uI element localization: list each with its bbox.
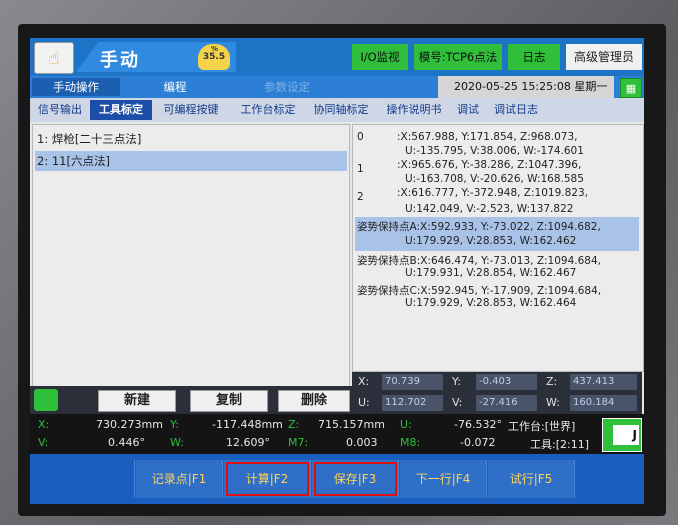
tab-workbench-calibration[interactable]: 工作台标定 [234, 100, 302, 120]
x-label: X: [358, 375, 370, 388]
tab-debug-log[interactable]: 调试日志 [488, 100, 544, 120]
status-u-value: -76.532° [454, 418, 502, 431]
fkey-next-line[interactable]: 下一行|F4 [400, 460, 487, 498]
v-value: -27.416 [476, 395, 537, 411]
coord-mode-value: J [613, 425, 639, 445]
fkey-blank [576, 460, 644, 498]
tab-param-settings[interactable]: 参数设定 [242, 78, 332, 96]
w-value: 160.184 [570, 395, 637, 411]
model-button[interactable]: 模号:TCP6点法 [414, 44, 502, 70]
coordinate-readout: X: 70.739 Y: -0.403 Z: 437.413 U: 112.70… [352, 372, 642, 414]
y-label: Y: [452, 375, 461, 388]
tab-manual-operation[interactable]: 手动操作 [32, 78, 120, 96]
tab-programming[interactable]: 编程 [140, 78, 210, 96]
delete-button[interactable]: 删除 [278, 390, 350, 412]
tab-coaxis-calibration[interactable]: 协同轴标定 [306, 100, 376, 120]
point-index: 0 [357, 131, 364, 143]
header-bar: ☝ 手动 % 35.5 I/O监视 模号:TCP6点法 日志 高级管理员 [30, 38, 644, 76]
fkey-blank [30, 460, 135, 498]
point-line[interactable]: 姿势保持点C:X:592.945, Y:-17.909, Z:1094.684, [357, 283, 601, 298]
action-bar: 新建 复制 删除 [30, 386, 352, 414]
point-line: U:142.049, V:-2.523, W:137.822 [405, 203, 574, 215]
coord-mode-indicator[interactable]: J [602, 418, 642, 452]
mode-label: 手动 [100, 50, 140, 71]
x-value: 70.739 [382, 374, 443, 390]
point-line[interactable]: U:179.931, V:28.854, W:162.467 [405, 267, 576, 279]
log-button[interactable]: 日志 [508, 44, 560, 70]
tab-manual[interactable]: 操作说明书 [380, 100, 448, 120]
datetime: 2020-05-25 15:25:08 星期一 [454, 80, 608, 93]
location-icon[interactable] [34, 389, 58, 411]
calibration-points-panel: 0 :X:567.988, Y:171.854, Z:968.073, U:-1… [352, 124, 644, 372]
point-line[interactable]: 姿势保持点B:X:646.474, Y:-73.013, Z:1094.684, [357, 253, 601, 268]
fkey-test-run[interactable]: 试行|F5 [488, 460, 575, 498]
status-z-label: Z: [288, 418, 300, 431]
grid-icon: ▦ [625, 81, 637, 95]
screen-icon[interactable]: ▦ [620, 78, 642, 98]
status-x-value: 730.273mm [96, 418, 163, 431]
tab-tool-calibration[interactable]: 工具标定 [90, 100, 152, 120]
z-label: Z: [546, 375, 558, 388]
status-m7-label: M7: [288, 436, 309, 449]
point-index: 2 [357, 191, 364, 203]
z-value: 437.413 [570, 374, 637, 390]
status-w-label: W: [170, 436, 184, 449]
v-label: V: [452, 396, 463, 409]
u-label: U: [358, 396, 370, 409]
status-m8-value: -0.072 [460, 436, 496, 449]
point-line[interactable]: U:179.929, V:28.853, W:162.462 [405, 235, 576, 247]
status-v-label: V: [38, 436, 49, 449]
w-label: W: [546, 396, 560, 409]
hand-icon: ☝ [48, 47, 60, 69]
status-z-value: 715.157mm [318, 418, 385, 431]
teach-pendant-screen: ☝ 手动 % 35.5 I/O监视 模号:TCP6点法 日志 高级管理员 手动操作… [30, 38, 644, 504]
user-level[interactable]: 高级管理员 [566, 44, 642, 70]
point-line: U:-163.708, V:-20.626, W:168.585 [405, 173, 584, 185]
status-y-label: Y: [170, 418, 179, 431]
copy-button[interactable]: 复制 [190, 390, 268, 412]
main-tab-bar: 手动操作 编程 参数设定 2020-05-25 15:25:08 星期一 ▦ [30, 76, 644, 98]
speed-badge[interactable]: % 35.5 [198, 44, 230, 70]
status-v-value: 0.446° [108, 436, 145, 449]
tab-programmable-keys[interactable]: 可编程按键 [154, 100, 228, 120]
hand-mode-button[interactable]: ☝ [34, 42, 74, 74]
status-m8-label: M8: [400, 436, 421, 449]
speed-prefix: % [211, 45, 219, 53]
point-line: :X:965.676, Y:-38.286, Z:1047.396, [397, 159, 582, 171]
u-value: 112.702 [382, 395, 443, 411]
status-x-label: X: [38, 418, 50, 431]
tab-signal-output[interactable]: 信号输出 [32, 100, 88, 120]
workbench-label: 工作台:[世界] [508, 420, 576, 433]
tool-label: 工具:[2:11] [530, 438, 589, 451]
status-m7-value: 0.003 [346, 436, 378, 449]
tool-list: 1: 焊枪[二十三点法] 2: 11[六点法] [32, 124, 350, 388]
point-line: :X:567.988, Y:171.854, Z:968.073, [397, 131, 578, 143]
io-monitor-button[interactable]: I/O监视 [352, 44, 408, 70]
new-button[interactable]: 新建 [98, 390, 176, 412]
fkey-record-point[interactable]: 记录点|F1 [136, 460, 223, 498]
sub-tab-bar: 信号输出 工具标定 可编程按键 工作台标定 协同轴标定 操作说明书 调试 调试日… [30, 98, 644, 122]
list-item[interactable]: 2: 11[六点法] [35, 151, 347, 171]
status-w-value: 12.609° [226, 436, 270, 449]
status-y-value: -117.448mm [212, 418, 283, 431]
y-value: -0.403 [476, 374, 537, 390]
tab-debug[interactable]: 调试 [452, 100, 484, 120]
fkey-calculate[interactable]: 计算|F2 [224, 460, 311, 498]
fkey-save[interactable]: 保存|F3 [312, 460, 399, 498]
point-index: 1 [357, 163, 364, 175]
function-key-bar: 记录点|F1 计算|F2 保存|F3 下一行|F4 试行|F5 [30, 454, 644, 504]
status-bar: X: 730.273mm Y: -117.448mm Z: 715.157mm … [30, 414, 644, 454]
status-u-label: U: [400, 418, 412, 431]
point-line[interactable]: 姿势保持点A:X:592.933, Y:-73.022, Z:1094.682, [357, 219, 601, 234]
point-line: :X:616.777, Y:-372.948, Z:1019.823, [397, 187, 588, 199]
point-line[interactable]: U:179.929, V:28.853, W:162.464 [405, 297, 576, 309]
list-item[interactable]: 1: 焊枪[二十三点法] [35, 129, 347, 149]
point-line: U:-135.795, V:38.006, W:-174.601 [405, 145, 584, 157]
